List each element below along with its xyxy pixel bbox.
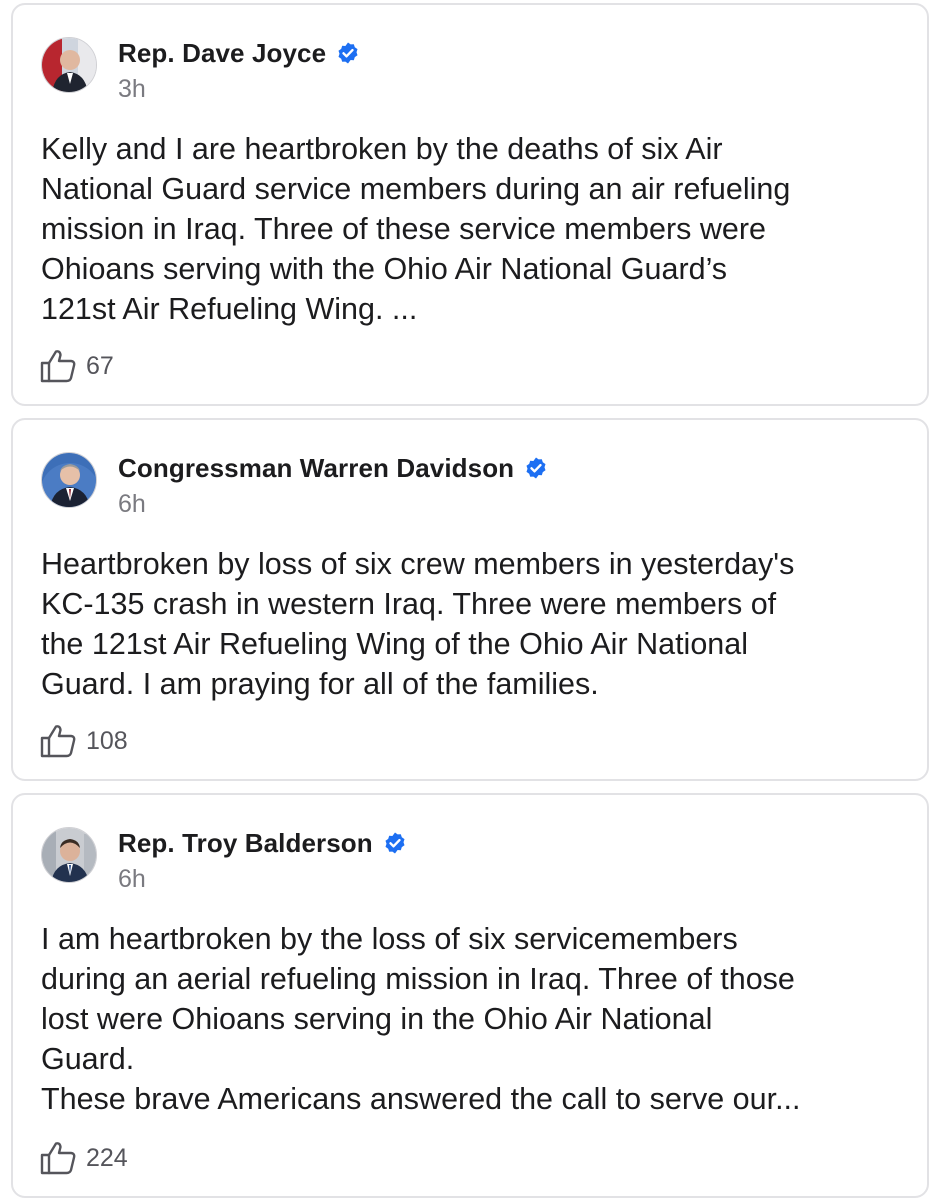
like-button[interactable]: 67 (39, 348, 114, 384)
post-body-line: Heartbroken by loss of six crew members … (41, 547, 795, 581)
post-card[interactable]: Congressman Warren Davidson 6h Heartbrok… (11, 418, 929, 781)
author-name[interactable]: Rep. Dave Joyce (118, 38, 326, 69)
post-body-line: 121st Air Refueling Wing. ... (41, 292, 418, 326)
avatar[interactable] (41, 452, 97, 508)
like-count: 224 (86, 1143, 128, 1172)
post-body-line: mission in Iraq. Three of these service … (41, 212, 766, 246)
verified-badge-icon (385, 832, 405, 854)
post-body-line: These brave Americans answered the call … (41, 1082, 801, 1116)
verified-badge-icon (526, 457, 546, 479)
like-count: 108 (86, 726, 128, 755)
post-body: Heartbroken by loss of six crew members … (41, 544, 911, 704)
post-body-line: lost were Ohioans serving in the Ohio Ai… (41, 1002, 713, 1036)
post-body-line: Guard. I am praying for all of the famil… (41, 667, 599, 701)
post-card[interactable]: Rep. Dave Joyce 3h Kelly and I are heart… (11, 3, 929, 406)
post-body-line: Ohioans serving with the Ohio Air Nation… (41, 252, 728, 286)
thumbs-up-icon (40, 350, 76, 383)
post-timestamp: 6h (118, 865, 146, 893)
like-count: 67 (86, 351, 114, 380)
post-body-line: the 121st Air Refueling Wing of the Ohio… (41, 627, 748, 661)
post-body-line: Kelly and I are heartbroken by the death… (41, 132, 723, 166)
author-name[interactable]: Congressman Warren Davidson (118, 453, 514, 484)
post-timestamp: 6h (118, 490, 146, 518)
thumbs-up-icon (40, 1142, 76, 1175)
like-button[interactable]: 108 (39, 723, 128, 759)
post-body-line: I am heartbroken by the loss of six serv… (41, 922, 738, 956)
author-name[interactable]: Rep. Troy Balderson (118, 828, 373, 859)
post-card[interactable]: Rep. Troy Balderson 6h I am heartbroken … (11, 793, 929, 1198)
thumbs-up-icon (40, 725, 76, 758)
verified-badge-icon (338, 42, 358, 64)
post-feed: Rep. Dave Joyce 3h Kelly and I are heart… (0, 0, 941, 1200)
post-timestamp: 3h (118, 75, 146, 103)
avatar[interactable] (41, 37, 97, 93)
post-body-line: during an aerial refueling mission in Ir… (41, 962, 795, 996)
post-body-line: KC-135 crash in western Iraq. Three were… (41, 587, 777, 621)
post-body: Kelly and I are heartbroken by the death… (41, 129, 911, 329)
post-body-line: Guard. (41, 1042, 135, 1076)
post-body: I am heartbroken by the loss of six serv… (41, 919, 911, 1119)
like-button[interactable]: 224 (39, 1140, 128, 1176)
post-body-line: National Guard service members during an… (41, 172, 791, 206)
avatar[interactable] (41, 827, 97, 883)
